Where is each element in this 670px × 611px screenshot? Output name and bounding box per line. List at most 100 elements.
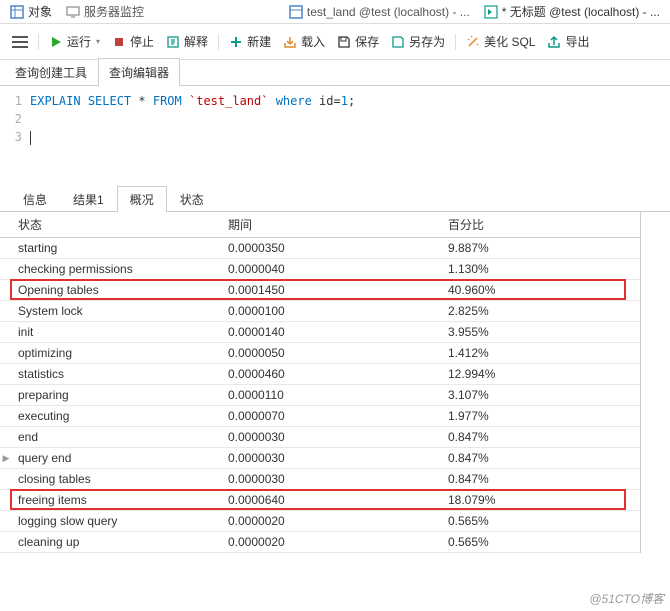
new-button[interactable]: 新建	[225, 31, 275, 52]
cell: 0.0000460	[222, 364, 442, 385]
rtab-status[interactable]: 状态	[167, 186, 217, 212]
explain-button[interactable]: 解释	[162, 31, 212, 52]
rtab-label: 信息	[23, 193, 47, 207]
menu-object[interactable]: 对象	[4, 1, 58, 22]
table-row[interactable]: System lock0.00001002.825%	[0, 301, 640, 322]
menu-server-monitor[interactable]: 服务器监控	[60, 1, 150, 22]
ident: `test_land`	[182, 94, 276, 108]
window-tab-1[interactable]: test_land @test (localhost) - ...	[283, 3, 476, 21]
table-row[interactable]: freeing items0.000064018.079%	[0, 490, 640, 511]
col-duration[interactable]: 期间	[222, 212, 442, 238]
txt: id=	[312, 94, 341, 108]
watermark: @51CTO博客	[589, 590, 664, 607]
rtab-profile[interactable]: 概况	[117, 186, 167, 212]
separator	[455, 34, 456, 50]
table-row[interactable]: executing0.00000701.977%	[0, 406, 640, 427]
row-marker	[0, 532, 12, 553]
txt: ;	[348, 94, 355, 108]
kw: where	[276, 94, 312, 108]
cell: end	[12, 427, 222, 448]
play-icon	[49, 35, 63, 49]
rtab-label: 结果1	[73, 193, 104, 207]
table-row[interactable]: cleaning up0.00000200.565%	[0, 532, 640, 553]
saveas-button[interactable]: 另存为	[387, 31, 449, 52]
table-row[interactable]: checking permissions0.00000401.130%	[0, 259, 640, 280]
kw: EXPLAIN	[30, 94, 81, 108]
plus-icon	[229, 35, 243, 49]
cell: 0.0000020	[222, 511, 442, 532]
tab-query-creator-label: 查询创建工具	[15, 66, 87, 80]
cell: starting	[12, 238, 222, 259]
cell: checking permissions	[12, 259, 222, 280]
query-icon	[484, 5, 498, 19]
saveas-label: 另存为	[409, 33, 445, 50]
hamburger-menu[interactable]	[8, 30, 32, 54]
window-tab-2[interactable]: * 无标题 @test (localhost) - ...	[478, 1, 666, 22]
cell: 0.0000100	[222, 301, 442, 322]
cell: closing tables	[12, 469, 222, 490]
rtab-message[interactable]: 信息	[10, 186, 60, 212]
save-button[interactable]: 保存	[333, 31, 383, 52]
row-marker	[0, 343, 12, 364]
cell: 0.0000350	[222, 238, 442, 259]
rtab-result1[interactable]: 结果1	[60, 186, 117, 212]
stop-button[interactable]: 停止	[108, 31, 158, 52]
table-row[interactable]: optimizing0.00000501.412%	[0, 343, 640, 364]
cell: 1.977%	[442, 406, 640, 427]
table-icon	[10, 5, 24, 19]
kw: SELECT	[88, 94, 131, 108]
row-marker	[0, 322, 12, 343]
cell: 12.994%	[442, 364, 640, 385]
table-row[interactable]: preparing0.00001103.107%	[0, 385, 640, 406]
table-row[interactable]: closing tables0.00000300.847%	[0, 469, 640, 490]
rtab-label: 状态	[180, 193, 204, 207]
run-button[interactable]: 运行▾	[45, 31, 104, 52]
menu-object-label: 对象	[28, 3, 52, 20]
table-row[interactable]: starting0.00003509.887%	[0, 238, 640, 259]
row-marker	[0, 427, 12, 448]
table-row[interactable]: ▶query end0.00000300.847%	[0, 448, 640, 469]
stop-label: 停止	[130, 33, 154, 50]
table-row[interactable]: end0.00000300.847%	[0, 427, 640, 448]
cell: executing	[12, 406, 222, 427]
table-row[interactable]: statistics0.000046012.994%	[0, 364, 640, 385]
cell: cleaning up	[12, 532, 222, 553]
separator	[218, 34, 219, 50]
cell: 1.130%	[442, 259, 640, 280]
row-marker	[0, 301, 12, 322]
beautify-button[interactable]: 美化 SQL	[462, 31, 539, 52]
cell: 0.0000640	[222, 490, 442, 511]
load-button[interactable]: 载入	[279, 31, 329, 52]
explain-label: 解释	[184, 33, 208, 50]
table-row[interactable]: Opening tables0.000145040.960%	[0, 280, 640, 301]
monitor-icon	[66, 5, 80, 19]
tab-query-editor[interactable]: 查询编辑器	[98, 58, 180, 86]
cell: init	[12, 322, 222, 343]
cell: 0.0001450	[222, 280, 442, 301]
load-icon	[283, 35, 297, 49]
chevron-down-icon: ▾	[96, 37, 100, 46]
query-tabs: 查询创建工具 查询编辑器	[0, 60, 670, 86]
toolbar: 运行▾ 停止 解释 新建 载入 保存 另存为 美化 SQL 导出	[0, 24, 670, 60]
table-row[interactable]: init0.00001403.955%	[0, 322, 640, 343]
text-cursor	[30, 131, 31, 145]
sql-editor[interactable]: 123 EXPLAIN SELECT * FROM `test_land` wh…	[0, 86, 670, 146]
col-percent[interactable]: 百分比	[442, 212, 640, 238]
save-label: 保存	[355, 33, 379, 50]
cell: 0.0000140	[222, 322, 442, 343]
export-icon	[547, 35, 561, 49]
cell: 0.847%	[442, 427, 640, 448]
cell: 0.565%	[442, 511, 640, 532]
table-row[interactable]: logging slow query0.00000200.565%	[0, 511, 640, 532]
window-tab-2-label: * 无标题 @test (localhost) - ...	[502, 3, 660, 20]
export-button[interactable]: 导出	[543, 31, 593, 52]
stop-icon	[112, 35, 126, 49]
cell: logging slow query	[12, 511, 222, 532]
col-state[interactable]: 状态	[12, 212, 222, 238]
tab-query-editor-label: 查询编辑器	[109, 66, 169, 80]
row-marker	[0, 490, 12, 511]
beautify-label: 美化 SQL	[484, 33, 535, 50]
cell: 9.887%	[442, 238, 640, 259]
tab-query-creator[interactable]: 查询创建工具	[4, 58, 98, 86]
load-label: 载入	[301, 33, 325, 50]
